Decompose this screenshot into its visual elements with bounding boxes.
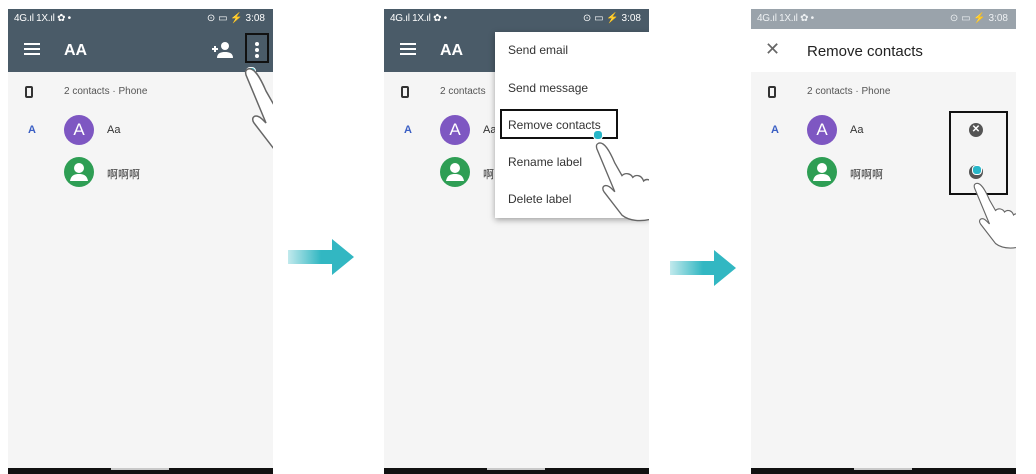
- person-icon: [446, 163, 464, 181]
- navigation-bar: [751, 468, 1016, 474]
- account-label: 2 contacts: [440, 86, 486, 97]
- app-bar: AA: [8, 29, 273, 77]
- arrow-right-icon: [670, 250, 736, 286]
- avatar: [64, 157, 94, 187]
- add-person-icon[interactable]: [211, 41, 233, 59]
- navigation-bar: [8, 468, 273, 474]
- status-bar: 4G.ıl 1X.ıl ✿ • ⊙ ▭ ⚡ 3:08: [751, 9, 1016, 29]
- close-icon[interactable]: ✕: [765, 39, 780, 60]
- signal-status: 4G.ıl 1X.ıl ✿ •: [14, 13, 71, 24]
- account-label: 2 contacts · Phone: [807, 86, 891, 97]
- signal-status: 4G.ıl 1X.ıl ✿ •: [757, 13, 814, 24]
- screen-step-1: 4G.ıl 1X.ıl ✿ • ⊙ ▭ ⚡ 3:08 AA 2 contacts…: [8, 9, 273, 474]
- avatar: [440, 157, 470, 187]
- avatar: A: [807, 115, 837, 145]
- section-letter: A: [771, 124, 779, 136]
- contact-name: 啊: [483, 169, 494, 181]
- contact-name: Aa: [107, 124, 121, 136]
- menu-item-delete-label[interactable]: Delete label: [508, 192, 571, 206]
- person-icon: [813, 163, 831, 181]
- arrow-right-icon: [288, 239, 354, 275]
- battery-time-status: ⊙ ▭ ⚡ 3:08: [949, 13, 1008, 24]
- pointing-hand-icon: [973, 182, 1016, 249]
- contact-name: 啊啊啊: [850, 169, 883, 181]
- section-letter: A: [404, 124, 412, 136]
- page-title: Remove contacts: [807, 43, 923, 60]
- menu-icon[interactable]: [24, 43, 40, 58]
- phone-icon: [768, 86, 776, 98]
- app-bar: 4G.ıl 1X.ıl ✿ • ⊙ ▭ ⚡ 3:08 ✕ Remove cont…: [751, 9, 1016, 72]
- avatar: A: [64, 115, 94, 145]
- phone-icon: [401, 86, 409, 98]
- signal-status: 4G.ıl 1X.ıl ✿ •: [390, 13, 447, 24]
- account-label: 2 contacts · Phone: [64, 86, 148, 97]
- avatar: A: [440, 115, 470, 145]
- person-icon: [70, 163, 88, 181]
- pointing-hand-icon: [244, 68, 273, 149]
- navigation-bar: [384, 468, 649, 474]
- section-letter: A: [28, 124, 36, 136]
- battery-time-status: ⊙ ▭ ⚡ 3:08: [582, 13, 641, 24]
- status-bar: 4G.ıl 1X.ıl ✿ • ⊙ ▭ ⚡ 3:08: [384, 9, 649, 29]
- status-bar: 4G.ıl 1X.ıl ✿ • ⊙ ▭ ⚡ 3:08: [8, 9, 273, 29]
- highlight-frame: [245, 33, 269, 63]
- label-title: AA: [64, 42, 88, 59]
- phone-icon: [25, 86, 33, 98]
- menu-item-send-message[interactable]: Send message: [508, 81, 588, 95]
- screen-step-3: 4G.ıl 1X.ıl ✿ • ⊙ ▭ ⚡ 3:08 ✕ Remove cont…: [751, 9, 1016, 474]
- menu-icon[interactable]: [400, 43, 416, 58]
- menu-item-rename-label[interactable]: Rename label: [508, 155, 582, 169]
- avatar: [807, 157, 837, 187]
- contact-name: 啊啊啊: [107, 169, 140, 181]
- menu-item-send-email[interactable]: Send email: [508, 43, 568, 57]
- label-title: AA: [440, 42, 464, 59]
- pointing-hand-icon: [595, 142, 649, 222]
- screen-step-2: 4G.ıl 1X.ıl ✿ • ⊙ ▭ ⚡ 3:08 AA 2 contacts…: [384, 9, 649, 474]
- contact-name: Aa: [850, 124, 864, 136]
- battery-time-status: ⊙ ▭ ⚡ 3:08: [206, 13, 265, 24]
